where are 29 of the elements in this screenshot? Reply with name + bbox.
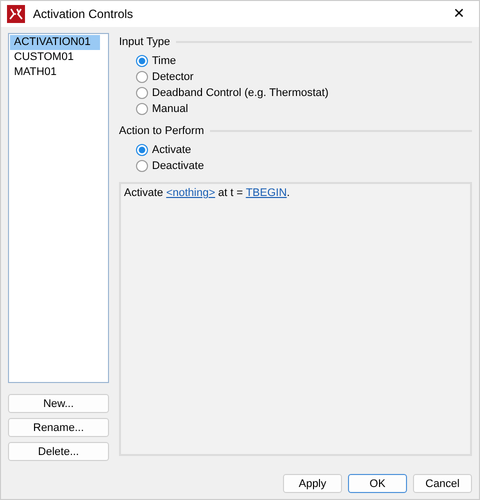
list-item[interactable]: ACTIVATION01	[10, 35, 100, 50]
list-item[interactable]: CUSTOM01	[10, 50, 100, 65]
app-logo-icon	[7, 5, 25, 23]
radio-label[interactable]: Manual	[152, 102, 188, 114]
link[interactable]: <nothing>	[166, 187, 216, 199]
list-item[interactable]: MATH01	[10, 65, 100, 80]
radio-label[interactable]: Deadband Control (e.g. Thermostat)	[152, 86, 328, 98]
link[interactable]: TBEGIN	[246, 187, 287, 199]
radio-label[interactable]: Time	[152, 54, 176, 66]
radio-button[interactable]	[136, 144, 148, 156]
radio-button[interactable]	[136, 160, 148, 172]
radio-button[interactable]	[136, 86, 148, 98]
group-title: Input Type	[119, 36, 170, 48]
dialog-button[interactable]: Cancel	[413, 474, 472, 493]
radio-button[interactable]	[136, 54, 148, 66]
group-title: Action to Perform	[119, 125, 204, 137]
radio-label[interactable]: Activate	[152, 144, 192, 156]
list-action-button[interactable]: New...	[8, 394, 109, 413]
description-text: Activate <nothing> at t = TBEGIN.	[124, 187, 290, 199]
window-title: Activation Controls	[33, 7, 134, 21]
list-action-button[interactable]: Delete...	[8, 442, 109, 461]
radio-button[interactable]	[136, 70, 148, 82]
radio-label[interactable]: Detector	[152, 70, 194, 82]
close-button[interactable]: ✕	[439, 1, 479, 27]
dialog-button[interactable]: OK	[348, 474, 407, 493]
dialog-button[interactable]: Apply	[283, 474, 342, 493]
radio-button[interactable]	[136, 102, 148, 114]
list-action-button[interactable]: Rename...	[8, 418, 109, 437]
radio-label[interactable]: Deactivate	[152, 160, 204, 172]
